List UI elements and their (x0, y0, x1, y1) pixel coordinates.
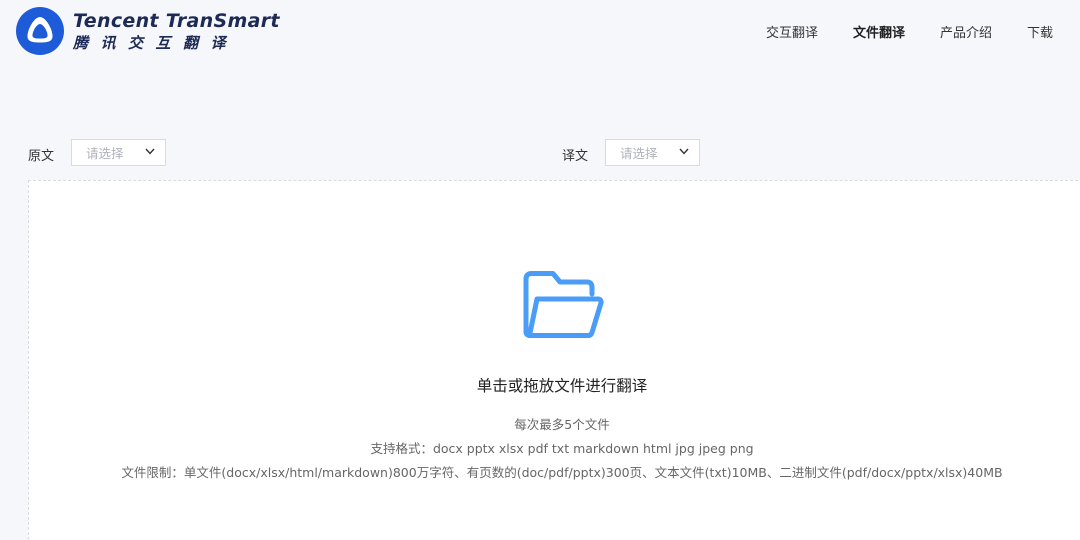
source-language-select[interactable]: 请选择 (71, 139, 166, 166)
target-language-select[interactable]: 请选择 (605, 139, 700, 166)
nav-interactive-translation[interactable]: 交互翻译 (766, 22, 818, 41)
target-language-placeholder: 请选择 (620, 146, 658, 161)
nav-file-translation[interactable]: 文件翻译 (853, 22, 905, 41)
tencent-logo-icon (16, 7, 64, 55)
target-language-label: 译文 (562, 149, 589, 164)
dropzone-title: 单击或拖放文件进行翻译 (476, 377, 648, 395)
logo[interactable]: Tencent TranSmart 腾讯交互翻译 (15, 6, 280, 56)
file-dropzone[interactable]: 单击或拖放文件进行翻译 每次最多5个文件 支持格式：docx pptx xlsx… (28, 180, 1080, 540)
language-row: 原文 请选择 译文 请选择 (0, 139, 1080, 167)
source-language-label: 原文 (28, 149, 55, 164)
nav-download[interactable]: 下载 (1027, 22, 1053, 41)
chevron-down-icon (679, 148, 689, 155)
chevron-down-icon (145, 148, 155, 155)
source-language-placeholder: 请选择 (86, 146, 124, 161)
max-files-note: 每次最多5个文件 (514, 417, 610, 432)
nav-product-intro[interactable]: 产品介绍 (940, 22, 992, 41)
brand-name-cn: 腾讯交互翻译 (73, 33, 239, 52)
header: Tencent TranSmart 腾讯交互翻译 交互翻译 文件翻译 产品介绍 … (0, 0, 1080, 64)
folder-open-icon (523, 271, 604, 338)
supported-formats-note: 支持格式：docx pptx xlsx pdf txt markdown htm… (370, 441, 754, 456)
file-limits-note: 文件限制：单文件(docx/xlsx/html/markdown)800万字符、… (121, 465, 1003, 480)
brand-name-en: Tencent TranSmart (73, 9, 280, 32)
